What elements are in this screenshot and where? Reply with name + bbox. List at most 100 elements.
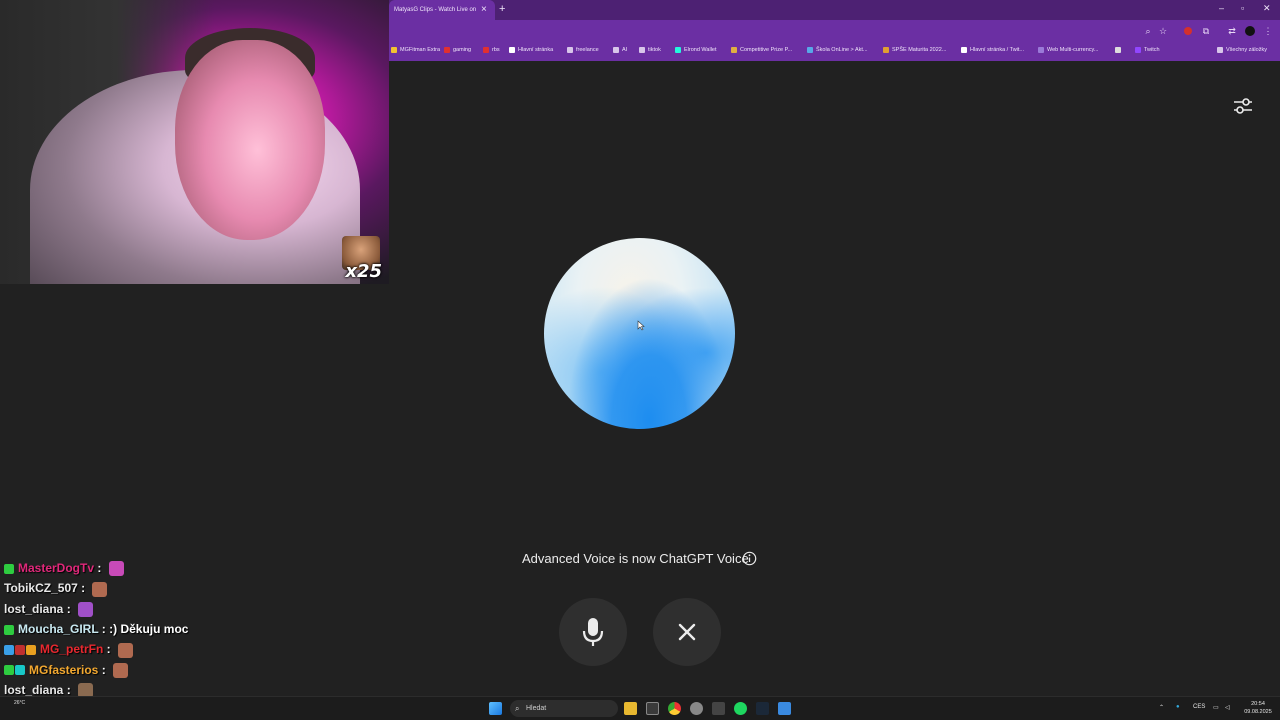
app-icon-3[interactable] <box>778 702 791 715</box>
bookmark-item[interactable]: AI <box>613 43 627 57</box>
chat-username[interactable]: MGfasterios <box>29 663 98 677</box>
chat-message: Moucha_GIRL : :) Děkuju moc <box>4 619 188 639</box>
window-close-icon[interactable]: ✕ <box>1263 3 1271 14</box>
chat-separator: : <box>94 561 105 575</box>
bookmark-item[interactable]: SPŠE Maturita 2022... <box>883 43 946 57</box>
bookmark-label: MGFitman Extra <box>400 47 441 53</box>
new-tab-icon[interactable]: + <box>499 3 505 15</box>
steam-icon[interactable] <box>756 702 769 715</box>
chat-message: lost_diana : <box>4 599 94 619</box>
bookmark-item[interactable]: freelance <box>567 43 599 57</box>
screen: x25 MatyasG Clips - Watch Live on × + – … <box>0 0 1280 720</box>
bookmark-label: freelance <box>576 47 599 53</box>
bookmark-item[interactable]: Elrond Wallet <box>675 43 717 57</box>
bookmark-item[interactable]: gaming <box>444 43 471 57</box>
bookmark-label: Hlavní stránka / Twit... <box>970 47 1025 53</box>
tab-bar: MatyasG Clips - Watch Live on × + – ▫ ✕ <box>389 0 1280 20</box>
bookmark-star-icon[interactable]: ☆ <box>1158 26 1168 36</box>
start-icon[interactable] <box>489 702 502 715</box>
bookmark-icon <box>883 46 889 53</box>
bookmark-icon <box>1217 46 1223 53</box>
bookmark-item[interactable]: Hlavní stránka <box>509 43 553 57</box>
chat-message: MGfasterios : <box>4 660 129 680</box>
voice-settings-icon[interactable] <box>1232 95 1254 117</box>
chat-username[interactable]: MasterDogTv <box>18 561 94 575</box>
profile-avatar[interactable] <box>1245 26 1255 36</box>
chat-badge-icon <box>26 645 36 656</box>
bookmark-label: SPŠE Maturita 2022... <box>892 47 947 53</box>
bookmark-item[interactable]: tiktok <box>639 43 661 57</box>
weather-widget[interactable]: 26°C <box>14 700 25 706</box>
bookmark-icon <box>675 46 681 53</box>
bookmark-item[interactable]: MGFitman Extra <box>391 43 440 57</box>
bookmark-label: AI <box>622 47 628 53</box>
chat-text: :) Děkuju moc <box>109 621 189 636</box>
menu-dots-icon[interactable]: ⋮ <box>1263 26 1273 36</box>
chat-emote-icon <box>113 662 129 678</box>
chat-emote-icon <box>78 601 94 617</box>
chat-emote-icon <box>108 561 124 577</box>
chat-separator: : <box>103 642 115 657</box>
tab-active[interactable]: MatyasG Clips - Watch Live on × <box>389 0 495 20</box>
taskbar-clock[interactable]: 20:54 09.08.2025 <box>1238 700 1278 716</box>
taskbar-search[interactable]: ⌕ Hledat <box>510 700 618 717</box>
chrome-icon[interactable] <box>668 702 681 715</box>
tray-chevron-icon[interactable]: ⌃ <box>1159 704 1164 711</box>
bookmark-item[interactable]: Všechny záložky <box>1217 43 1267 57</box>
chat-username[interactable]: lost_diana <box>4 602 63 616</box>
info-icon[interactable] <box>742 551 757 566</box>
chat-badge-icon <box>4 563 14 574</box>
bookmark-item[interactable]: rbs <box>483 43 500 57</box>
microphone-icon <box>582 618 604 646</box>
bookmark-item[interactable]: Hlavní stránka / Twit... <box>961 43 1024 57</box>
network-icon[interactable]: ▭ <box>1213 704 1219 711</box>
tray-mic-icon[interactable]: ● <box>1176 704 1180 710</box>
zoom-icon[interactable]: ⌕ <box>1143 26 1153 36</box>
app-icon[interactable] <box>690 702 703 715</box>
bookmark-label: rbs <box>492 47 500 53</box>
bookmark-label: Twitch <box>1144 47 1160 53</box>
chat-badge-icon <box>4 665 14 676</box>
volume-icon[interactable]: ◁ <box>1225 704 1230 711</box>
translate-icon[interactable]: ⇄ <box>1227 26 1237 36</box>
chat-emote-icon <box>118 642 134 658</box>
browser-window: MatyasG Clips - Watch Live on × + – ▫ ✕ … <box>389 0 1280 61</box>
extension-icon[interactable] <box>1184 27 1192 35</box>
bookmark-icon <box>444 46 450 53</box>
streamer-face <box>175 40 325 240</box>
bookmark-item[interactable] <box>1115 43 1124 57</box>
tab-close-icon[interactable]: × <box>481 4 487 16</box>
bookmark-item[interactable]: Competitive Prize P... <box>731 43 792 57</box>
emote-multiplier: x25 <box>345 261 382 282</box>
bookmark-label: Škola OnLine > Akt... <box>816 47 868 53</box>
bookmark-item[interactable]: Web Multi-currency... <box>1038 43 1098 57</box>
chat-username[interactable]: Moucha_GIRL <box>18 622 98 636</box>
app-icon-2[interactable] <box>712 702 725 715</box>
end-voice-button[interactable] <box>653 598 721 666</box>
bookmark-icon <box>483 46 489 53</box>
bookmark-label: Hlavní stránka <box>518 47 554 53</box>
clock-time: 20:54 <box>1251 701 1265 707</box>
chat-separator: : <box>77 581 89 596</box>
chat-username[interactable]: MG_petrFn <box>40 642 103 656</box>
bookmark-item[interactable]: Twitch <box>1135 43 1160 57</box>
language-indicator[interactable]: CES <box>1193 704 1205 710</box>
extensions-puzzle-icon[interactable]: ⧉ <box>1201 26 1211 36</box>
search-icon: ⌕ <box>515 704 520 713</box>
chat-username[interactable]: TobikCZ_507 <box>4 581 78 595</box>
file-explorer-icon[interactable] <box>624 702 637 715</box>
bookmark-icon <box>613 46 619 53</box>
spotify-icon[interactable] <box>734 702 747 715</box>
voice-announcement: Advanced Voice is now ChatGPT Voice <box>522 551 749 566</box>
bookmark-icon <box>961 46 967 53</box>
bookmark-label: Competitive Prize P... <box>740 47 793 53</box>
terminal-icon[interactable] <box>646 702 659 715</box>
microphone-button[interactable] <box>559 598 627 666</box>
chat-username[interactable]: lost_diana <box>4 683 63 697</box>
bookmark-label: tiktok <box>648 47 661 53</box>
bookmark-label: Web Multi-currency... <box>1047 47 1099 53</box>
minimize-icon[interactable]: – <box>1219 3 1224 13</box>
bookmark-item[interactable]: Škola OnLine > Akt... <box>807 43 868 57</box>
restore-icon[interactable]: ▫ <box>1241 3 1244 13</box>
chat-message: TobikCZ_507 : <box>4 578 108 598</box>
